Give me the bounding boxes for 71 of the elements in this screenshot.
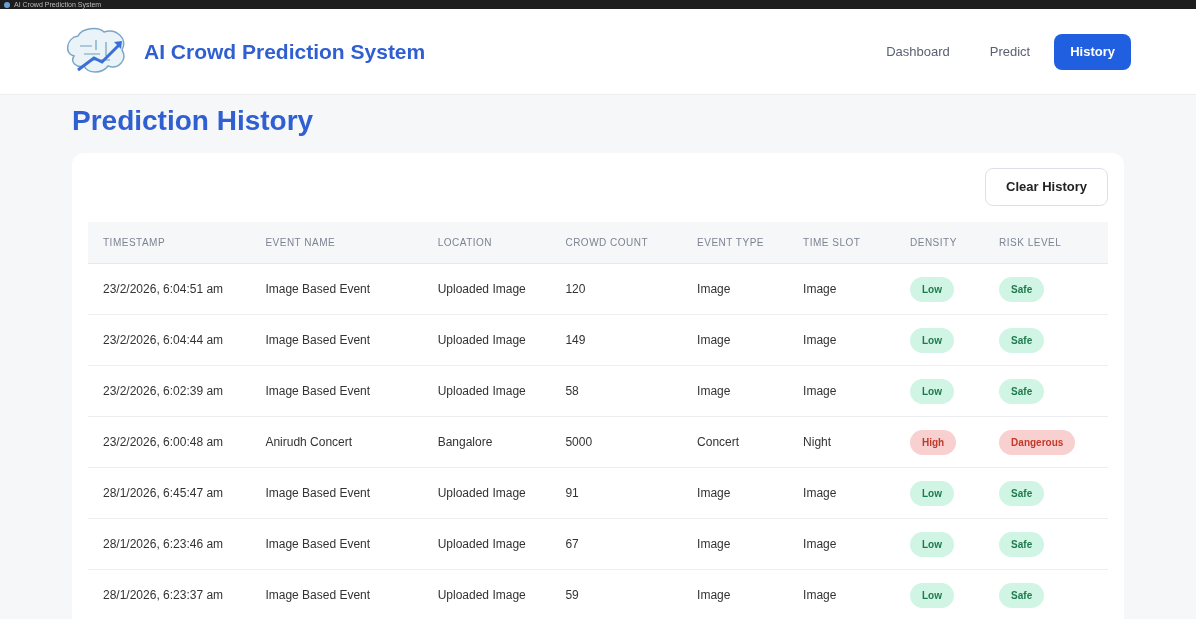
table-cell-text: Image bbox=[697, 587, 732, 604]
status-badge: Safe bbox=[999, 379, 1045, 404]
column-header: DENSITY bbox=[910, 236, 958, 250]
table-cell-text: 58 bbox=[565, 383, 580, 400]
table-cell-text: 28/1/2026, 6:23:46 am bbox=[103, 536, 225, 553]
table-cell-text: Image bbox=[803, 383, 838, 400]
table-cell-text: Uploaded Image bbox=[437, 536, 527, 553]
table-cell-text: 59 bbox=[565, 587, 580, 604]
column-header: TIMESTAMP bbox=[103, 236, 167, 250]
table-cell-text: Image Based Event bbox=[265, 587, 372, 604]
table-cell-text: Image bbox=[803, 587, 838, 604]
table-cell-text: 5000 bbox=[565, 434, 594, 451]
status-badge: Dangerous bbox=[999, 430, 1076, 455]
table-cell-text: 67 bbox=[565, 536, 580, 553]
table-cell-text: Image Based Event bbox=[265, 332, 372, 349]
table-cell-text: Bangalore bbox=[437, 434, 494, 451]
nav-tab[interactable]: History bbox=[1054, 33, 1131, 70]
status-badge: Low bbox=[910, 277, 954, 302]
table-cell-text: 28/1/2026, 6:45:47 am bbox=[103, 485, 225, 502]
table-cell-text: Image bbox=[697, 536, 732, 553]
table-cell-text: Image bbox=[697, 485, 732, 502]
nav-tab[interactable]: Dashboard bbox=[870, 33, 966, 70]
column-header: LOCATION bbox=[437, 236, 494, 250]
app-icon bbox=[4, 1, 10, 8]
table-cell-text: Image bbox=[803, 281, 838, 298]
table-cell-text: Image bbox=[803, 485, 838, 502]
status-badge: Safe bbox=[999, 583, 1045, 608]
table-cell-text: 23/2/2026, 6:04:51 am bbox=[103, 281, 225, 298]
table-cell-text: Concert bbox=[697, 434, 741, 451]
table-cell-text: Uploaded Image bbox=[437, 332, 527, 349]
nav-tab[interactable]: Predict bbox=[973, 33, 1047, 70]
table-cell-text: Image Based Event bbox=[265, 536, 372, 553]
table-cell-text: Uploaded Image bbox=[437, 281, 527, 298]
table-cell-text: Image bbox=[803, 536, 838, 553]
column-header: RISK LEVEL bbox=[999, 236, 1063, 250]
table-cell-text: 23/2/2026, 6:02:39 am bbox=[103, 383, 225, 400]
table-cell-text: Image bbox=[697, 281, 732, 298]
table-cell-text: Anirudh Concert bbox=[265, 434, 354, 451]
brand-name: AI Crowd Prediction System bbox=[144, 38, 426, 65]
column-header: EVENT NAME bbox=[265, 236, 337, 250]
column-header: TIME SLOT bbox=[803, 236, 862, 250]
table-cell-text: Uploaded Image bbox=[437, 587, 527, 604]
table-cell-text: 91 bbox=[565, 485, 580, 502]
table-cell-text: Image Based Event bbox=[265, 383, 372, 400]
column-header: CROWD COUNT bbox=[565, 236, 650, 250]
status-badge: Low bbox=[910, 379, 954, 404]
status-badge: Low bbox=[910, 532, 954, 557]
status-badge: Low bbox=[910, 328, 954, 353]
table-cell-text: 149 bbox=[565, 332, 587, 349]
clear-history-button[interactable]: Clear History bbox=[985, 168, 1108, 206]
status-badge: Safe bbox=[999, 328, 1045, 353]
table-cell-text: 120 bbox=[565, 281, 587, 298]
table-cell-text: 23/2/2026, 6:04:44 am bbox=[103, 332, 225, 349]
status-badge: Safe bbox=[999, 532, 1045, 557]
status-badge: Safe bbox=[999, 481, 1045, 506]
table-cell-text: Image bbox=[697, 383, 732, 400]
status-badge: Safe bbox=[999, 277, 1045, 302]
table-cell-text: Uploaded Image bbox=[437, 485, 527, 502]
page-title: Prediction History bbox=[72, 107, 315, 135]
status-badge: Low bbox=[910, 583, 954, 608]
table-cell-text: 23/2/2026, 6:00:48 am bbox=[103, 434, 225, 451]
table-cell-text: Night bbox=[803, 434, 833, 451]
status-badge: Low bbox=[910, 481, 954, 506]
table-cell-text: Image Based Event bbox=[265, 485, 372, 502]
table-cell-text: Image bbox=[803, 332, 838, 349]
table-cell-text: Image bbox=[697, 332, 732, 349]
table-cell-text: 28/1/2026, 6:23:37 am bbox=[103, 587, 225, 604]
status-badge: High bbox=[910, 430, 957, 455]
table-cell-text: Image Based Event bbox=[265, 281, 372, 298]
table-cell-text: Uploaded Image bbox=[437, 383, 527, 400]
column-header: EVENT TYPE bbox=[697, 236, 765, 250]
